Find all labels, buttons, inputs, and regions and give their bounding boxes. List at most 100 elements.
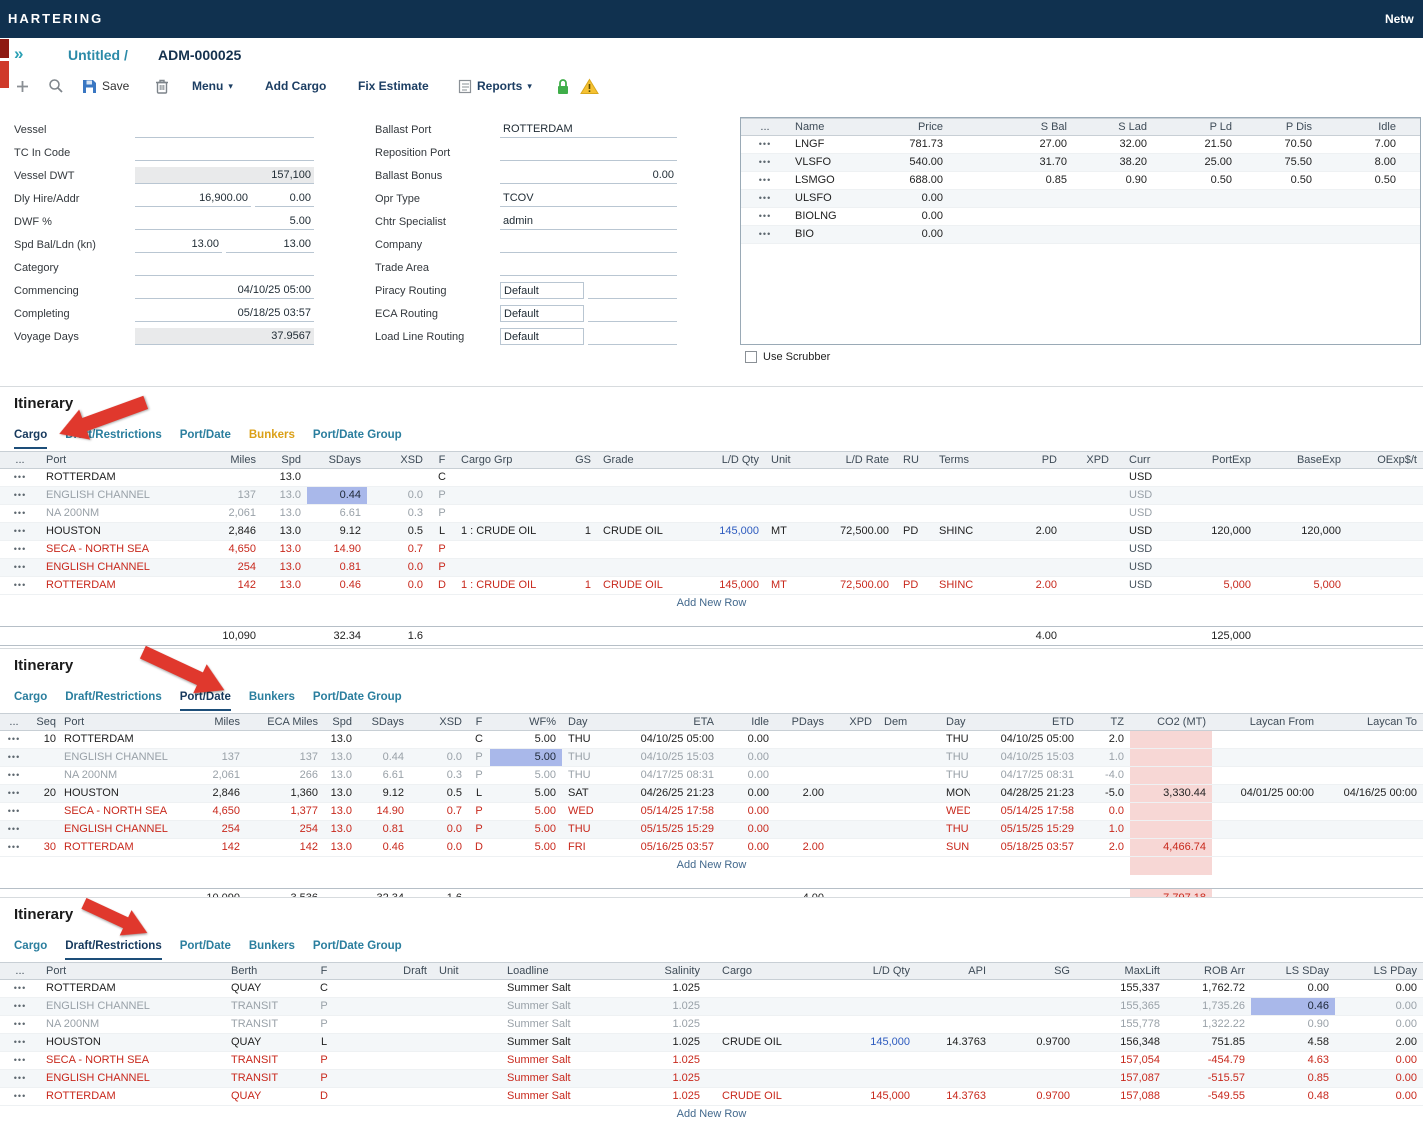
cell-curr[interactable]: USD — [1115, 577, 1165, 594]
cell-dots[interactable]: ••• — [741, 226, 789, 243]
cell-api[interactable] — [916, 1016, 992, 1033]
cell-cargo-grp[interactable] — [455, 505, 555, 522]
cell-oexp-t[interactable] — [1347, 505, 1423, 522]
field-completing[interactable]: 05/18/25 03:57 — [135, 305, 314, 322]
cell-baseexp[interactable] — [1257, 469, 1347, 486]
cell-laycan-from[interactable] — [1212, 767, 1320, 784]
cell-idle[interactable]: 0.00 — [720, 767, 775, 784]
cell-gs[interactable] — [555, 541, 597, 558]
cell-spd[interactable]: 13.0 — [262, 505, 307, 522]
cell-laycan-to[interactable] — [1320, 749, 1423, 766]
column-header-day[interactable]: Day — [562, 714, 598, 730]
cell-ls-sday[interactable]: 0.48 — [1251, 1088, 1335, 1105]
cell-unit[interactable] — [433, 1016, 501, 1033]
cell-terms[interactable]: SHINC — [931, 523, 1007, 540]
column-header-idle[interactable]: Idle — [720, 714, 775, 730]
cell-dots[interactable]: ••• — [0, 1070, 40, 1087]
tab-cargo[interactable]: Cargo — [14, 429, 47, 449]
cell-p-ld[interactable]: 0.50 — [1153, 172, 1238, 189]
cell-s-bal[interactable] — [949, 190, 1073, 207]
cell-draft[interactable] — [338, 1016, 433, 1033]
cell-f[interactable]: P — [468, 749, 490, 766]
cell-wf[interactable]: 5.00 — [490, 785, 562, 802]
cell-name[interactable]: VLSFO — [789, 154, 881, 171]
cell-cargo[interactable]: CRUDE OIL — [706, 1088, 828, 1105]
cell-tz[interactable]: 2.0 — [1080, 731, 1130, 748]
cell-portexp[interactable] — [1165, 487, 1257, 504]
cell-oexp-t[interactable] — [1347, 541, 1423, 558]
row-actions-button[interactable]: ••• — [14, 1001, 26, 1011]
cell-loadline[interactable]: Summer Salt — [501, 980, 636, 997]
cell-laycan-to[interactable] — [1320, 731, 1423, 748]
cell-pd[interactable] — [1007, 541, 1063, 558]
cell-price[interactable]: 0.00 — [881, 208, 949, 225]
tab-port-date[interactable]: Port/Date — [180, 940, 231, 960]
row-actions-button[interactable]: ••• — [8, 770, 20, 780]
cell-berth[interactable]: TRANSIT — [225, 998, 310, 1015]
cell-ru[interactable] — [895, 541, 931, 558]
column-header-sdays[interactable]: SDays — [307, 452, 367, 468]
row-actions-button[interactable]: ••• — [759, 211, 771, 221]
cell-maxlift[interactable]: 155,365 — [1076, 998, 1166, 1015]
cell-co2-mt[interactable] — [1130, 767, 1212, 784]
cell-cargo[interactable] — [706, 980, 828, 997]
cell-idle[interactable]: 0.00 — [720, 803, 775, 820]
cell-port[interactable]: NA 200NM — [40, 505, 200, 522]
column-header-curr[interactable]: Curr — [1115, 452, 1165, 468]
cell-dots[interactable]: ••• — [0, 767, 28, 784]
cell-xsd[interactable] — [410, 731, 468, 748]
cell-day[interactable]: THU — [562, 749, 598, 766]
cell-dots[interactable]: ••• — [0, 487, 40, 504]
tab-bunkers[interactable]: Bunkers — [249, 691, 295, 711]
field-dly-hire-addr-2[interactable]: 0.00 — [255, 190, 314, 207]
cell-seq[interactable] — [28, 767, 58, 784]
cell-co2-mt[interactable] — [1130, 749, 1212, 766]
cell-eca-miles[interactable]: 1,377 — [246, 803, 324, 820]
cell-berth[interactable]: QUAY — [225, 1034, 310, 1051]
cell-idle[interactable]: 0.50 — [1318, 172, 1421, 189]
cell-idle[interactable]: 0.00 — [720, 839, 775, 856]
cell-dots[interactable]: ••• — [0, 821, 28, 838]
cell-port[interactable]: ENGLISH CHANNEL — [40, 487, 200, 504]
cell-ru[interactable] — [895, 487, 931, 504]
column-header-f[interactable]: F — [468, 714, 490, 730]
cell-day[interactable]: WED — [940, 803, 970, 820]
cell-portexp[interactable] — [1165, 505, 1257, 522]
cell-wf[interactable]: 5.00 — [490, 749, 562, 766]
field-spd-bal-ldn-kn-2[interactable]: 13.00 — [226, 236, 314, 253]
cell-port[interactable]: SECA - NORTH SEA — [58, 803, 178, 820]
cell-p-dis[interactable]: 0.50 — [1238, 172, 1318, 189]
cell-dots[interactable]: ••• — [0, 505, 40, 522]
row-actions-button[interactable]: ••• — [14, 580, 26, 590]
row-actions-button[interactable]: ••• — [14, 526, 26, 536]
cell-eca-miles[interactable]: 254 — [246, 821, 324, 838]
cell-portexp[interactable] — [1165, 541, 1257, 558]
cell-f[interactable]: D — [310, 1088, 338, 1105]
cell-price[interactable]: 0.00 — [881, 190, 949, 207]
cell-grade[interactable]: CRUDE OIL — [597, 523, 689, 540]
cell-draft[interactable] — [338, 1070, 433, 1087]
cell-port[interactable]: ENGLISH CHANNEL — [58, 749, 178, 766]
cell-berth[interactable]: QUAY — [225, 980, 310, 997]
column-header-dots[interactable]: ... — [0, 714, 28, 730]
cell-xpd[interactable] — [1063, 505, 1115, 522]
cell-s-lad[interactable]: 0.90 — [1073, 172, 1153, 189]
column-header-wf[interactable]: WF% — [490, 714, 562, 730]
cell-eta[interactable]: 05/16/25 03:57 — [598, 839, 720, 856]
cell-loadline[interactable]: Summer Salt — [501, 1070, 636, 1087]
cell-wf[interactable]: 5.00 — [490, 821, 562, 838]
cell-f[interactable]: C — [310, 980, 338, 997]
cell-berth[interactable]: TRANSIT — [225, 1016, 310, 1033]
cell-price[interactable]: 781.73 — [881, 136, 949, 153]
row-actions-button[interactable]: ••• — [759, 175, 771, 185]
cell-port[interactable]: HOUSTON — [58, 785, 178, 802]
column-header-p-dis[interactable]: P Dis — [1238, 119, 1318, 135]
row-actions-button[interactable]: ••• — [759, 157, 771, 167]
cell-xsd[interactable]: 0.0 — [410, 839, 468, 856]
column-header-port[interactable]: Port — [58, 714, 178, 730]
row-actions-button[interactable]: ••• — [14, 490, 26, 500]
field-chtr-specialist[interactable]: admin — [500, 213, 677, 230]
column-header-idle[interactable]: Idle — [1318, 119, 1421, 135]
column-header-portexp[interactable]: PortExp — [1165, 452, 1257, 468]
cell-sg[interactable] — [992, 1070, 1076, 1087]
